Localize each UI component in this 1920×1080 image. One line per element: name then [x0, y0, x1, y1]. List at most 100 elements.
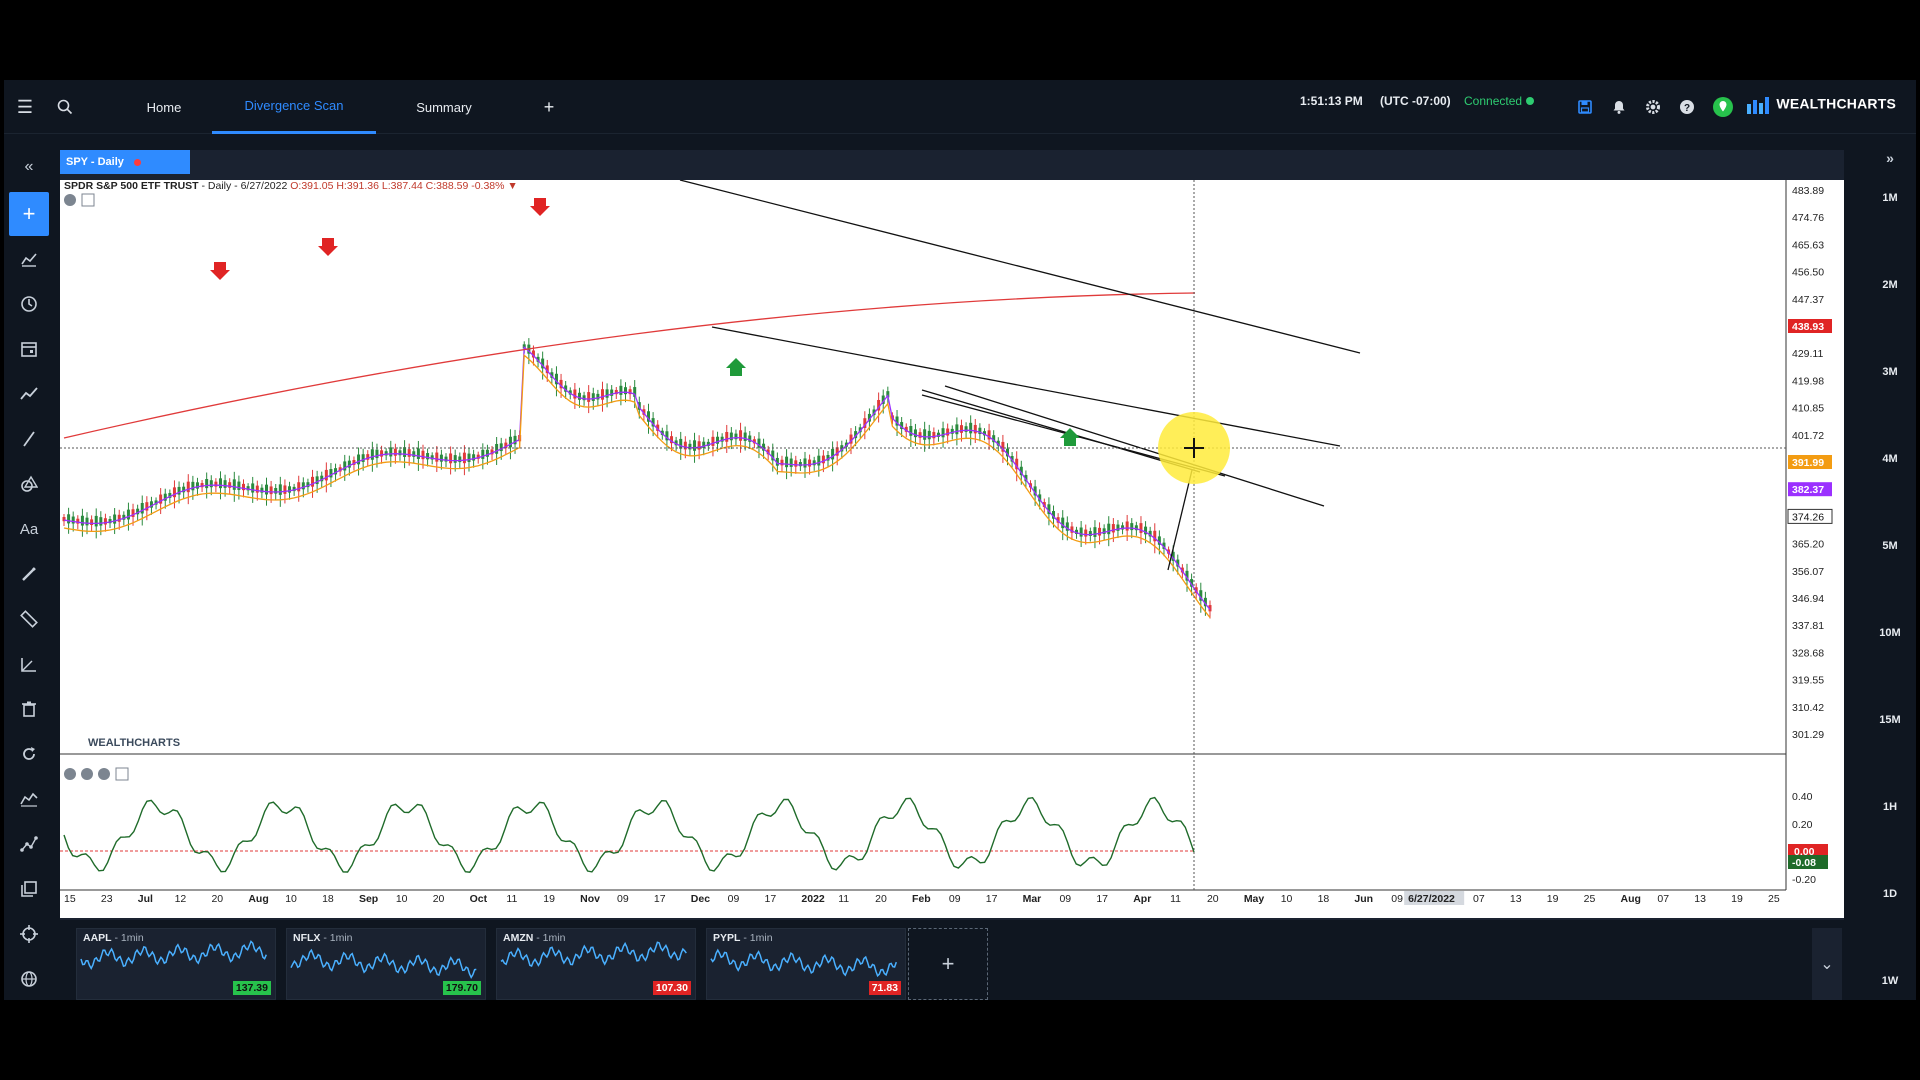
- time-axis-tick: Jul: [138, 893, 153, 905]
- crosshair-price-label: 374.26: [1792, 511, 1824, 523]
- calendar-icon[interactable]: [12, 332, 46, 366]
- mini-price: 137.39: [232, 981, 271, 995]
- nodes-icon[interactable]: [12, 827, 46, 861]
- bell-icon[interactable]: [1604, 92, 1634, 122]
- timeframe-1h[interactable]: 1H: [1864, 801, 1916, 813]
- time-axis-tick: 10: [396, 893, 408, 905]
- candle-body: [462, 452, 466, 464]
- pane-add-icon: [81, 193, 95, 207]
- menu-icon[interactable]: ☰: [10, 92, 40, 122]
- candle-body: [94, 515, 98, 527]
- price-axis-tick: 474.76: [1792, 212, 1824, 224]
- candle-body: [375, 449, 379, 459]
- candle-body: [739, 430, 743, 441]
- ma-orange: [63, 353, 1211, 618]
- candle-body: [218, 478, 222, 489]
- candle-body: [467, 453, 471, 462]
- timeframe-10m[interactable]: 10M: [1864, 627, 1916, 639]
- line-tool-icon[interactable]: [12, 422, 46, 456]
- gear-icon[interactable]: [1638, 92, 1668, 122]
- price-axis-tick: 356.07: [1792, 566, 1824, 578]
- time-axis-tick: 10: [1281, 893, 1293, 905]
- tab-summary[interactable]: Summary: [384, 80, 504, 134]
- brush-icon[interactable]: [12, 557, 46, 591]
- mini-chart-aapl[interactable]: AAPL - 1min 137.39: [76, 928, 276, 1000]
- candle-body: [85, 517, 89, 526]
- price-chart[interactable]: 483.89 474.76 465.63 456.50 447.37 438.93 429.…: [60, 180, 1844, 918]
- help-icon[interactable]: ?: [1672, 92, 1702, 122]
- target-icon[interactable]: [12, 917, 46, 951]
- buy-arrow-icon: [1060, 428, 1080, 446]
- collapse-down-icon[interactable]: ⌄: [1812, 928, 1842, 1000]
- shapes-icon[interactable]: [12, 467, 46, 501]
- add-tool-button[interactable]: +: [9, 192, 49, 236]
- candle-body: [913, 429, 917, 438]
- candle-body: [311, 476, 315, 487]
- candle-body: [439, 454, 443, 462]
- layers-icon[interactable]: [12, 872, 46, 906]
- screen-frame: ☰ Home Divergence Scan Summary + 1:51:13…: [0, 0, 1920, 1080]
- candle-body: [458, 456, 462, 463]
- candle-body: [209, 480, 213, 488]
- timeframe-1w[interactable]: 1W: [1864, 975, 1916, 987]
- candle-body: [1107, 523, 1111, 535]
- chart-type-icon[interactable]: [12, 782, 46, 816]
- indicators-icon[interactable]: [12, 242, 46, 276]
- timeframe-3m[interactable]: 3M: [1864, 366, 1916, 378]
- candle-body: [573, 389, 577, 399]
- candle-body: [283, 485, 287, 494]
- collapse-right-icon[interactable]: »: [1864, 150, 1916, 166]
- timeframe-4m[interactable]: 4M: [1864, 453, 1916, 465]
- trend-icon[interactable]: [12, 377, 46, 411]
- candle-body: [1093, 527, 1097, 537]
- osc-settings-icon: [64, 768, 76, 780]
- globe-icon[interactable]: [12, 962, 46, 996]
- collapse-left-icon[interactable]: «: [12, 150, 46, 184]
- price-axis-tick: 419.98: [1792, 375, 1824, 387]
- timezone[interactable]: (UTC -07:00): [1380, 94, 1451, 108]
- candle-body: [587, 392, 591, 402]
- tab-divergence-scan[interactable]: Divergence Scan: [212, 80, 376, 134]
- add-tab-button[interactable]: +: [524, 80, 574, 134]
- timeframe-5m[interactable]: 5M: [1864, 540, 1916, 552]
- candle-body: [1098, 527, 1102, 536]
- price-tag-label: 382.37: [1792, 484, 1824, 496]
- time-axis-tick: 17: [986, 893, 998, 905]
- chart-plot-area[interactable]: 483.89 474.76 465.63 456.50 447.37 438.93 429.…: [60, 180, 1844, 918]
- timeframe-15m[interactable]: 15M: [1864, 714, 1916, 726]
- timeframe-2m[interactable]: 2M: [1864, 279, 1916, 291]
- ma-purple: [63, 345, 1211, 610]
- candle-body: [113, 514, 117, 524]
- candle-body: [435, 452, 439, 462]
- mini-chart-amzn[interactable]: AMZN - 1min 107.30: [496, 928, 696, 1000]
- timeframe-bar: » 1M 2M 3M 4M 5M 10M 15M 1H 1D 1W: [1864, 150, 1916, 990]
- candle-body: [495, 443, 499, 454]
- add-panel-button[interactable]: +: [908, 928, 988, 1000]
- connection-status: Connected: [1464, 94, 1535, 108]
- measure-icon[interactable]: [12, 647, 46, 681]
- price-axis-tick: 447.37: [1792, 294, 1824, 306]
- location-icon[interactable]: [1708, 92, 1738, 122]
- candle-body: [426, 453, 430, 460]
- search-icon[interactable]: [50, 92, 80, 122]
- ohlc-readout: O:391.05 H:391.36 L:387.44 C:388.59 -0.3…: [290, 180, 505, 192]
- tab-home[interactable]: Home: [104, 80, 224, 134]
- candle-body: [973, 424, 977, 434]
- text-tool-icon[interactable]: Aa: [12, 512, 46, 546]
- timeframe-1m[interactable]: 1M: [1864, 192, 1916, 204]
- candle-body: [693, 440, 697, 451]
- chart-tab[interactable]: SPY - Daily: [60, 150, 190, 174]
- time-axis-tick: 23: [101, 893, 113, 905]
- clock: 1:51:13 PM: [1300, 94, 1363, 108]
- clock-icon[interactable]: [12, 287, 46, 321]
- price-axis-tick: 456.50: [1792, 267, 1824, 279]
- trash-icon[interactable]: [12, 692, 46, 726]
- timeframe-1d[interactable]: 1D: [1864, 888, 1916, 900]
- price-tag-label: 438.93: [1792, 321, 1824, 333]
- save-icon[interactable]: [1570, 92, 1600, 122]
- mini-chart-nflx[interactable]: NFLX - 1min 179.70: [286, 928, 486, 1000]
- mini-chart-pypl[interactable]: PYPL - 1min 71.83: [706, 928, 906, 1000]
- ruler-icon[interactable]: [12, 602, 46, 636]
- crosshair-date-label: 6/27/2022: [1408, 893, 1455, 905]
- refresh-icon[interactable]: [12, 737, 46, 771]
